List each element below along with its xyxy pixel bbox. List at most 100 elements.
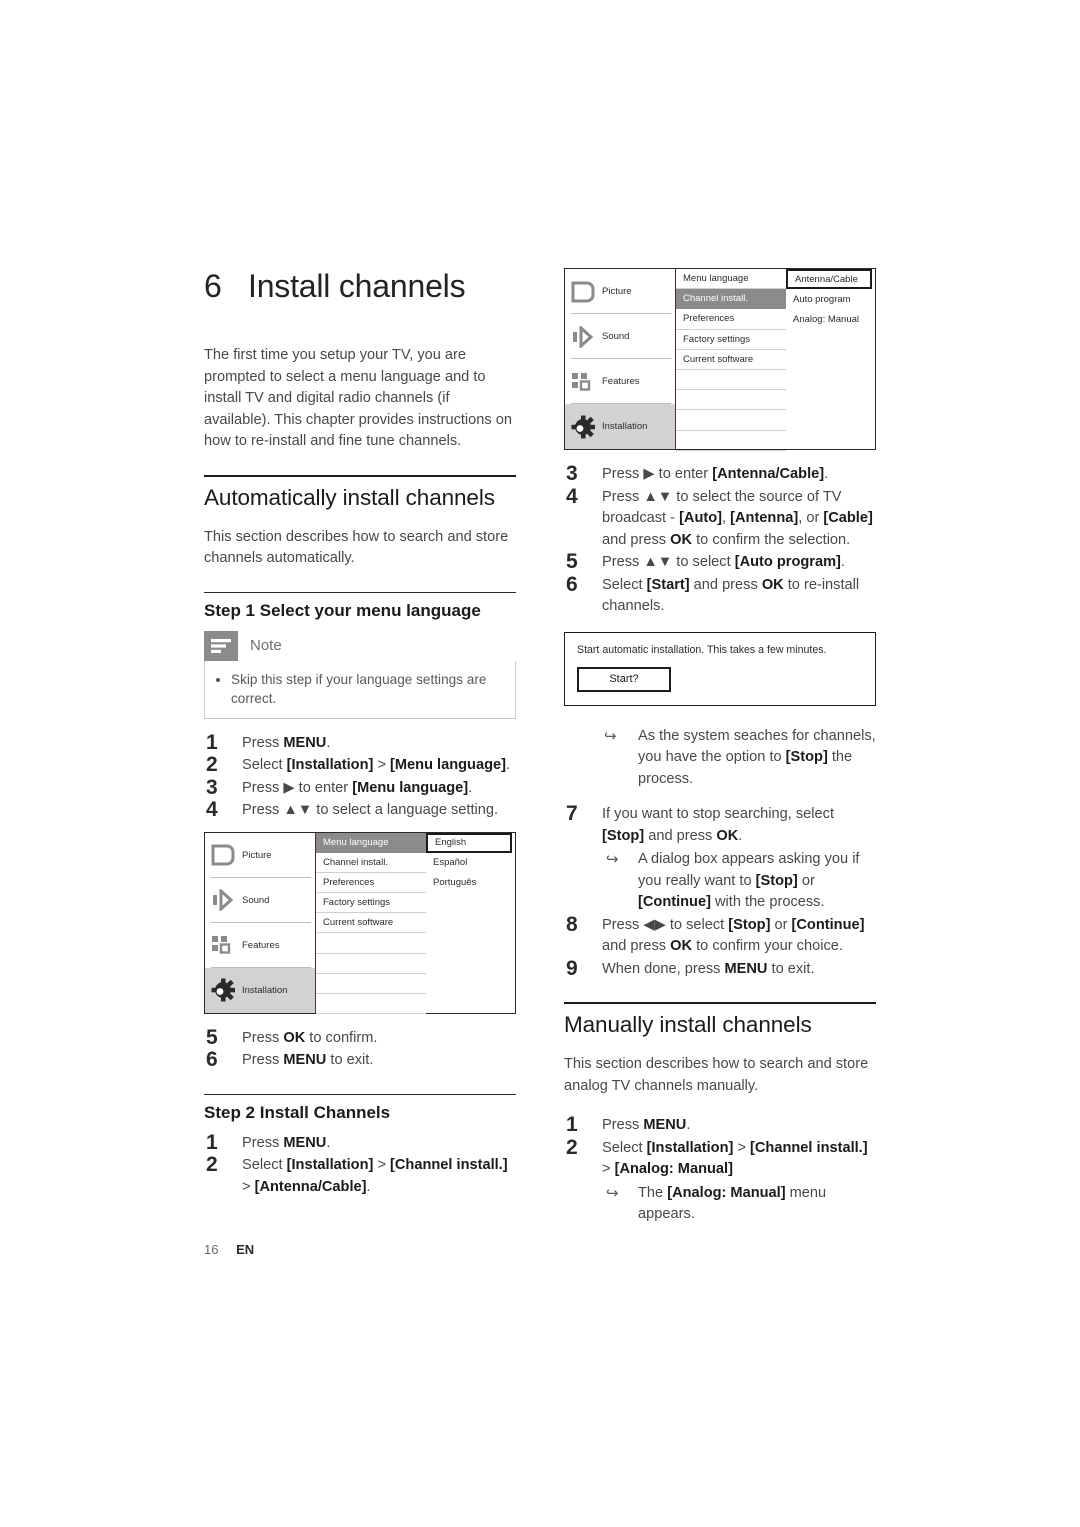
step-text-fragment: or	[770, 916, 792, 933]
tv-menu-sidebar-item-sound[interactable]: Sound	[205, 878, 315, 923]
step-number: 3	[566, 462, 578, 485]
tv-menu-item[interactable]: Factory settings	[316, 893, 426, 914]
tv-menu-item[interactable]: Channel install.	[676, 289, 786, 310]
tv-menu-option[interactable]: Auto program	[786, 289, 875, 309]
sound-icon	[569, 323, 597, 351]
tv-menu-item[interactable]: Menu language	[676, 269, 786, 290]
step-text-fragment: Press	[242, 1052, 284, 1068]
tv-menu-item[interactable]	[676, 370, 786, 391]
step-text-fragment: .	[468, 779, 473, 796]
step-text-fragment: >	[733, 1139, 751, 1156]
instruction-step: 9 When done, press MENU to exit.	[564, 957, 876, 981]
tv-menu-item[interactable]: Current software	[316, 913, 426, 934]
tv-menu-item[interactable]	[676, 431, 786, 451]
picture-icon	[569, 278, 597, 306]
step-text-fragment: and press	[689, 576, 762, 593]
tv-menu-option[interactable]: English	[426, 832, 512, 853]
step-number: 5	[206, 1025, 218, 1049]
instruction-step: 2 Select [Installation] > [Menu language]…	[204, 753, 516, 777]
step-text-fragment: The	[638, 1184, 668, 1201]
step-number: 1	[206, 730, 218, 754]
step-text-emphasis: [Continue]	[638, 894, 711, 910]
step-text-fragment: , or	[798, 510, 824, 526]
step-number: 4	[566, 484, 578, 508]
note-label: Note	[250, 637, 282, 654]
left-column: 6 Install channels The first time you se…	[204, 268, 516, 1199]
tv-menu-option[interactable]: Español	[426, 853, 515, 873]
section-heading-manual: Manually install channels	[564, 1012, 812, 1037]
tv-menu-sidebar-item-features[interactable]: Features	[565, 359, 675, 404]
section-heading-auto: Automatically install channels	[204, 484, 495, 510]
tv-menu-item[interactable]	[316, 954, 426, 974]
step2-instruction-list-tail: 7 If you want to stop searching, select […	[564, 802, 876, 981]
tv-menu-sidebar-item-installation[interactable]: Installation	[565, 404, 675, 449]
result-arrow-icon: ↪	[606, 1183, 619, 1202]
tv-menu-item[interactable]: Preferences	[316, 873, 426, 894]
step-text-emphasis: [Antenna/Cable]	[712, 466, 825, 482]
tv-menu-item[interactable]: Current software	[676, 350, 786, 370]
tv-menu-item[interactable]: Menu language	[316, 832, 426, 853]
step-text-fragment: .	[366, 1178, 371, 1195]
sound-icon	[209, 886, 237, 914]
step-text-emphasis: [Analog: Manual]	[667, 1184, 786, 1201]
instruction-step: 7 If you want to stop searching, select […	[564, 802, 876, 914]
step-text-emphasis: MENU	[724, 960, 768, 977]
step-text-emphasis: [Cable]	[823, 510, 873, 526]
tv-menu-option[interactable]: Analog: Manual	[786, 309, 875, 329]
start-button[interactable]: Start?	[577, 666, 671, 692]
step-text-emphasis: [Analog: Manual]	[614, 1161, 733, 1177]
subsection-rule-step2	[204, 1093, 516, 1095]
step-text-fragment: >	[373, 1157, 391, 1173]
tv-menu-sidebar-item-picture[interactable]: Picture	[205, 833, 315, 878]
step-text-emphasis: OK	[716, 827, 739, 844]
step-text-fragment: .	[326, 734, 331, 751]
tv-menu-right-column: Antenna/Cable Auto program Analog: Manual	[786, 269, 875, 449]
tv-menu-item[interactable]	[316, 933, 426, 954]
step-text-emphasis: OK	[283, 1029, 306, 1046]
subsection-rule-step1	[204, 591, 516, 593]
instruction-step: 6 Select [Start] and press OK to re-insta…	[564, 572, 876, 618]
result-note-text: A dialog box appears asking you if you r…	[638, 851, 860, 910]
tv-menu-option[interactable]: Antenna/Cable	[786, 269, 872, 290]
tv-menu-item[interactable]: Factory settings	[676, 330, 786, 350]
section-rule-manual	[564, 1002, 876, 1004]
step-text-emphasis: [Stop]	[602, 827, 645, 844]
step-text-emphasis: OK	[670, 531, 693, 548]
step-text-fragment: Press	[602, 488, 644, 505]
tv-menu-sidebar: Picture Sound Features Installation	[565, 269, 676, 449]
installation-gear-icon	[209, 976, 237, 1004]
tv-menu-sidebar-item-features[interactable]: Features	[205, 923, 315, 968]
picture-icon	[209, 841, 237, 869]
step-text-fragment: >	[602, 1161, 615, 1177]
tv-menu-item[interactable]: Channel install.	[316, 853, 426, 873]
subsection-heading-step2: Step 2 Install Channels	[204, 1102, 391, 1122]
manual-instruction-list: 1 Press MENU. 2 Select [Installation] > [Ch…	[564, 1113, 876, 1226]
installation-gear-icon	[571, 415, 595, 438]
tv-menu-item[interactable]	[316, 994, 426, 1015]
tv-menu-sidebar-label: Features	[602, 376, 640, 387]
tv-menu-sidebar-item-installation[interactable]: Installation	[205, 967, 315, 1013]
tv-menu-screenshot-channel: Picture Sound Features Installation Menu lan…	[564, 268, 876, 451]
tv-menu-sidebar-item-sound[interactable]: Sound	[565, 314, 675, 359]
step-text-emphasis: [Installation]	[286, 1157, 374, 1173]
step-text-fragment: .	[824, 466, 829, 482]
instruction-step: 1 Press MENU.	[204, 1131, 516, 1155]
tv-menu-item[interactable]: Preferences	[676, 309, 786, 330]
step-text-fragment: and press	[602, 938, 671, 954]
start-installation-dialog: Start automatic installation. This takes…	[564, 631, 876, 706]
tv-menu-item[interactable]	[316, 974, 426, 994]
tv-menu-item[interactable]	[676, 390, 786, 411]
tv-menu-item[interactable]	[676, 410, 786, 431]
tv-menu-option[interactable]: Português	[426, 873, 515, 893]
note-bullet: Skip this step if your language settings…	[231, 670, 505, 708]
step-result-note: ↪ The [Analog: Manual] menu appears.	[602, 1183, 876, 1226]
note-body: Skip this step if your language settings…	[204, 660, 516, 719]
tv-menu-screenshot-language: Picture Sound Features Installation Menu lan…	[204, 831, 516, 1015]
step-text-emphasis: [Auto program]	[734, 554, 841, 570]
tv-menu-sidebar-item-picture[interactable]: Picture	[565, 269, 675, 314]
step-number: 6	[566, 572, 578, 596]
tv-menu-middle-column: Menu language Channel install. Preferences…	[316, 832, 426, 1015]
step-text-fragment: ▲▼	[643, 488, 673, 505]
step-body: When done, press MENU to exit.	[602, 961, 815, 977]
step-text-fragment: to exit.	[767, 960, 815, 977]
